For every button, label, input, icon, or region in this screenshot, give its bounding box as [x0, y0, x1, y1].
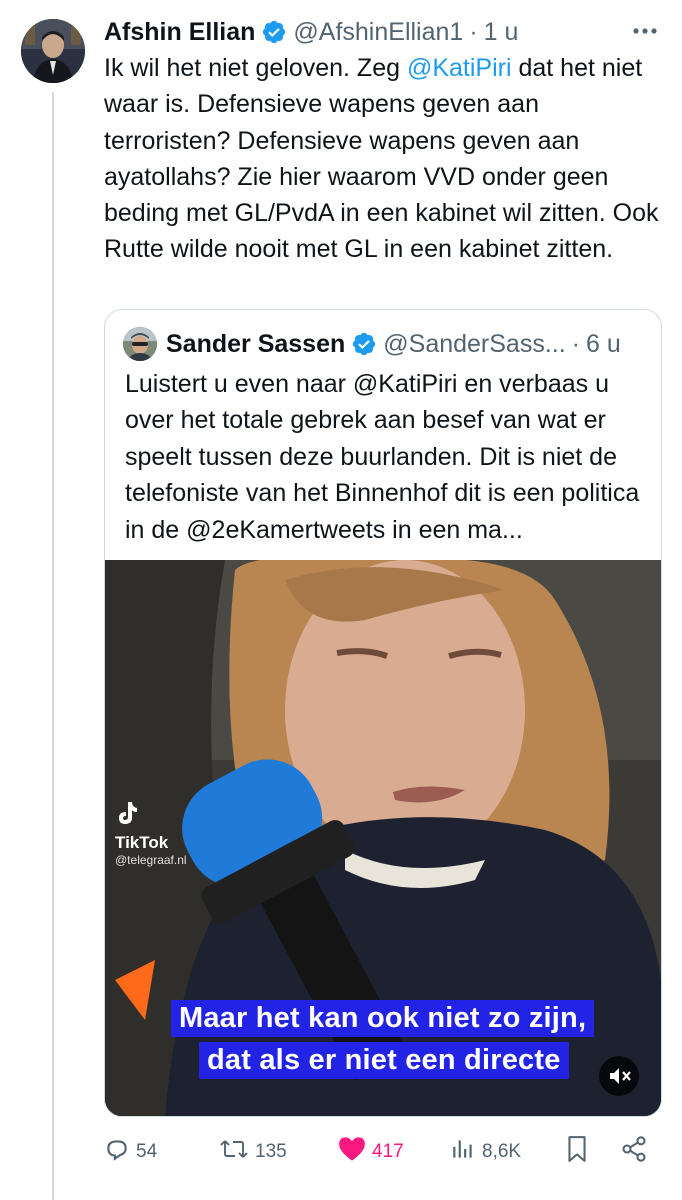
- quote-author-name[interactable]: Sander Sassen: [166, 330, 345, 359]
- share-button[interactable]: [620, 1134, 654, 1170]
- author-handle[interactable]: @AfshinEllian1: [293, 18, 463, 47]
- quoted-tweet-card[interactable]: Sander Sassen @SanderSass... · 6 u Luist…: [104, 309, 662, 1117]
- separator-dot: ·: [469, 17, 478, 46]
- mute-icon[interactable]: [599, 1056, 639, 1096]
- tweet-text: Ik wil het niet geloven. Zeg @KatiPiri d…: [104, 50, 664, 268]
- thread-line: [52, 92, 54, 1200]
- repost-button[interactable]: 135: [219, 1134, 287, 1170]
- like-button[interactable]: 417: [338, 1134, 404, 1170]
- quote-header: Sander Sassen @SanderSass... · 6 u: [123, 326, 643, 362]
- quote-text: Luistert u even naar @KatiPiri en verbaa…: [125, 370, 640, 544]
- action-bar: 54 135 417 8,6K: [104, 1134, 654, 1170]
- views-count: 8,6K: [482, 1141, 522, 1162]
- quote-separator-dot: ·: [571, 329, 581, 358]
- quote-author-handle[interactable]: @SanderSass...: [383, 330, 565, 359]
- author-avatar[interactable]: [21, 19, 85, 83]
- quote-verified-icon: [351, 331, 377, 357]
- tiktok-name: TikTok: [115, 833, 169, 852]
- verified-icon: [261, 19, 287, 45]
- tweet-header: Afshin Ellian @AfshinEllian1 · 1 u: [104, 14, 662, 50]
- reply-button[interactable]: 54: [104, 1134, 157, 1170]
- tweet-text-part1: Ik wil het niet geloven. Zeg: [104, 54, 407, 82]
- more-icon[interactable]: [628, 16, 662, 46]
- tweet-text-part2: dat het niet waar is. Defensieve wapens …: [104, 54, 659, 264]
- reply-count: 54: [136, 1141, 158, 1162]
- views-button[interactable]: 8,6K: [450, 1134, 521, 1170]
- like-count: 417: [372, 1141, 404, 1162]
- tiktok-icon: [115, 802, 139, 830]
- like-icon: [338, 1136, 372, 1168]
- quote-time[interactable]: 6 u: [586, 330, 621, 359]
- bookmark-button[interactable]: [564, 1134, 596, 1170]
- subtitle-line-1: Maar het kan ook niet zo zijn,: [171, 1000, 595, 1037]
- repost-icon: [219, 1136, 255, 1168]
- repost-count: 135: [255, 1141, 287, 1162]
- quote-author-avatar[interactable]: [123, 327, 157, 361]
- bookmark-icon: [564, 1135, 596, 1169]
- reply-icon: [104, 1136, 136, 1168]
- tiktok-watermark: TikTok @telegraaf.nl: [115, 800, 187, 867]
- subtitle-line-2: dat als er niet een directe: [199, 1042, 569, 1079]
- video-player[interactable]: TikTok @telegraaf.nl Maar het kan ook ni…: [105, 560, 661, 1116]
- author-name[interactable]: Afshin Ellian: [104, 18, 255, 47]
- share-icon: [620, 1135, 654, 1169]
- mention-link[interactable]: @KatiPiri: [407, 54, 512, 82]
- tweet-time[interactable]: 1 u: [484, 18, 519, 47]
- tiktok-handle: @telegraaf.nl: [115, 853, 187, 867]
- views-icon: [450, 1136, 482, 1168]
